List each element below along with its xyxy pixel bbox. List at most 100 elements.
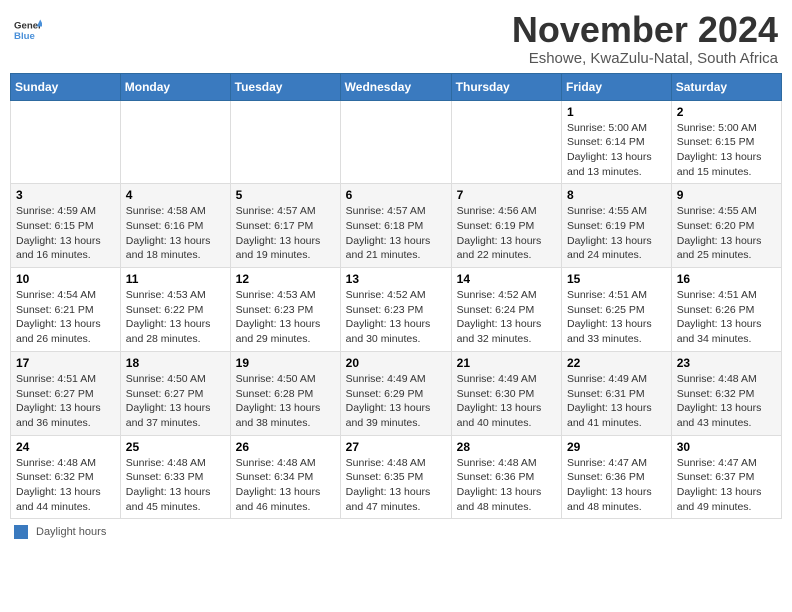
legend-color-box (14, 525, 28, 539)
calendar-cell: 11 Sunrise: 4:53 AM Sunset: 6:22 PM Dayli… (120, 268, 230, 352)
logo-icon: General Blue (14, 16, 42, 44)
calendar-cell: 5 Sunrise: 4:57 AM Sunset: 6:17 PM Daylig… (230, 184, 340, 268)
calendar-cell: 16Sunrise: 4:51 AM Sunset: 6:26 PM Dayli… (671, 268, 781, 352)
day-number: 23 (677, 356, 776, 370)
calendar-cell: 30Sunrise: 4:47 AM Sunset: 6:37 PM Dayli… (671, 435, 781, 519)
day-number: 27 (346, 440, 446, 454)
day-number: 24 (16, 440, 115, 454)
calendar-cell: 15 Sunrise: 4:51 AM Sunset: 6:25 PM Dayli… (562, 268, 672, 352)
calendar-cell: 22Sunrise: 4:49 AM Sunset: 6:31 PM Dayli… (562, 351, 672, 435)
day-info: Sunrise: 4:51 AM Sunset: 6:25 PM Dayligh… (567, 288, 666, 347)
day-info: Sunrise: 4:48 AM Sunset: 6:34 PM Dayligh… (236, 456, 335, 515)
calendar-table: SundayMondayTuesdayWednesdayThursdayFrid… (10, 73, 782, 520)
calendar-cell (451, 100, 561, 184)
calendar-cell (230, 100, 340, 184)
day-number: 13 (346, 272, 446, 286)
calendar-cell: 17 Sunrise: 4:51 AM Sunset: 6:27 PM Dayli… (11, 351, 121, 435)
calendar-cell: 13Sunrise: 4:52 AM Sunset: 6:23 PM Dayli… (340, 268, 451, 352)
day-info: Sunrise: 4:48 AM Sunset: 6:33 PM Dayligh… (126, 456, 225, 515)
calendar-cell (120, 100, 230, 184)
day-number: 30 (677, 440, 776, 454)
calendar-cell: 1Sunrise: 5:00 AM Sunset: 6:14 PM Daylig… (562, 100, 672, 184)
calendar-cell: 28Sunrise: 4:48 AM Sunset: 6:36 PM Dayli… (451, 435, 561, 519)
day-number: 25 (126, 440, 225, 454)
day-info: Sunrise: 5:00 AM Sunset: 6:14 PM Dayligh… (567, 121, 666, 180)
day-info: Sunrise: 4:57 AM Sunset: 6:17 PM Dayligh… (236, 204, 335, 263)
day-info: Sunrise: 4:59 AM Sunset: 6:15 PM Dayligh… (16, 204, 115, 263)
day-number: 29 (567, 440, 666, 454)
calendar-cell: 14 Sunrise: 4:52 AM Sunset: 6:24 PM Dayli… (451, 268, 561, 352)
calendar-header-row: SundayMondayTuesdayWednesdayThursdayFrid… (11, 73, 782, 100)
calendar-cell: 2 Sunrise: 5:00 AM Sunset: 6:15 PM Daylig… (671, 100, 781, 184)
calendar-day-header: Monday (120, 73, 230, 100)
calendar-cell: 3 Sunrise: 4:59 AM Sunset: 6:15 PM Daylig… (11, 184, 121, 268)
day-number: 3 (16, 188, 115, 202)
legend: Daylight hours (10, 525, 782, 539)
calendar-cell: 20Sunrise: 4:49 AM Sunset: 6:29 PM Dayli… (340, 351, 451, 435)
logo: General Blue (14, 16, 42, 44)
calendar-cell: 9 Sunrise: 4:55 AM Sunset: 6:20 PM Daylig… (671, 184, 781, 268)
day-number: 26 (236, 440, 335, 454)
calendar-cell: 25 Sunrise: 4:48 AM Sunset: 6:33 PM Dayli… (120, 435, 230, 519)
day-number: 10 (16, 272, 115, 286)
day-info: Sunrise: 4:53 AM Sunset: 6:22 PM Dayligh… (126, 288, 225, 347)
day-info: Sunrise: 4:52 AM Sunset: 6:24 PM Dayligh… (457, 288, 556, 347)
calendar-day-header: Tuesday (230, 73, 340, 100)
day-info: Sunrise: 4:55 AM Sunset: 6:20 PM Dayligh… (677, 204, 776, 263)
day-number: 9 (677, 188, 776, 202)
calendar-cell: 27Sunrise: 4:48 AM Sunset: 6:35 PM Dayli… (340, 435, 451, 519)
day-info: Sunrise: 4:54 AM Sunset: 6:21 PM Dayligh… (16, 288, 115, 347)
day-info: Sunrise: 4:55 AM Sunset: 6:19 PM Dayligh… (567, 204, 666, 263)
page-header: General Blue November 2024 Eshowe, KwaZu… (10, 10, 782, 67)
day-info: Sunrise: 4:57 AM Sunset: 6:18 PM Dayligh… (346, 204, 446, 263)
day-info: Sunrise: 4:50 AM Sunset: 6:27 PM Dayligh… (126, 372, 225, 431)
day-info: Sunrise: 4:58 AM Sunset: 6:16 PM Dayligh… (126, 204, 225, 263)
day-number: 17 (16, 356, 115, 370)
calendar-day-header: Thursday (451, 73, 561, 100)
calendar-cell: 4 Sunrise: 4:58 AM Sunset: 6:16 PM Daylig… (120, 184, 230, 268)
day-number: 6 (346, 188, 446, 202)
calendar-cell: 18 Sunrise: 4:50 AM Sunset: 6:27 PM Dayli… (120, 351, 230, 435)
day-info: Sunrise: 4:48 AM Sunset: 6:36 PM Dayligh… (457, 456, 556, 515)
calendar-day-header: Saturday (671, 73, 781, 100)
day-number: 14 (457, 272, 556, 286)
day-number: 21 (457, 356, 556, 370)
calendar-cell: 12Sunrise: 4:53 AM Sunset: 6:23 PM Dayli… (230, 268, 340, 352)
day-number: 15 (567, 272, 666, 286)
day-number: 11 (126, 272, 225, 286)
day-info: Sunrise: 4:48 AM Sunset: 6:32 PM Dayligh… (16, 456, 115, 515)
calendar-day-header: Sunday (11, 73, 121, 100)
day-info: Sunrise: 5:00 AM Sunset: 6:15 PM Dayligh… (677, 121, 776, 180)
day-number: 2 (677, 105, 776, 119)
day-info: Sunrise: 4:56 AM Sunset: 6:19 PM Dayligh… (457, 204, 556, 263)
calendar-week-row: 17 Sunrise: 4:51 AM Sunset: 6:27 PM Dayli… (11, 351, 782, 435)
calendar-cell: 26 Sunrise: 4:48 AM Sunset: 6:34 PM Dayli… (230, 435, 340, 519)
day-number: 5 (236, 188, 335, 202)
day-number: 8 (567, 188, 666, 202)
day-info: Sunrise: 4:48 AM Sunset: 6:32 PM Dayligh… (677, 372, 776, 431)
calendar-cell: 10 Sunrise: 4:54 AM Sunset: 6:21 PM Dayli… (11, 268, 121, 352)
calendar-cell: 6 Sunrise: 4:57 AM Sunset: 6:18 PM Daylig… (340, 184, 451, 268)
calendar-cell: 8 Sunrise: 4:55 AM Sunset: 6:19 PM Daylig… (562, 184, 672, 268)
day-number: 18 (126, 356, 225, 370)
day-info: Sunrise: 4:49 AM Sunset: 6:29 PM Dayligh… (346, 372, 446, 431)
calendar-week-row: 24 Sunrise: 4:48 AM Sunset: 6:32 PM Dayli… (11, 435, 782, 519)
day-number: 16 (677, 272, 776, 286)
day-info: Sunrise: 4:49 AM Sunset: 6:30 PM Dayligh… (457, 372, 556, 431)
calendar-cell (11, 100, 121, 184)
calendar-cell: 19Sunrise: 4:50 AM Sunset: 6:28 PM Dayli… (230, 351, 340, 435)
day-number: 22 (567, 356, 666, 370)
svg-text:Blue: Blue (14, 31, 35, 42)
calendar-day-header: Friday (562, 73, 672, 100)
calendar-day-header: Wednesday (340, 73, 451, 100)
title-block: November 2024 Eshowe, KwaZulu-Natal, Sou… (512, 10, 778, 67)
legend-label: Daylight hours (36, 526, 106, 538)
calendar-cell: 29 Sunrise: 4:47 AM Sunset: 6:36 PM Dayli… (562, 435, 672, 519)
calendar-cell: 23 Sunrise: 4:48 AM Sunset: 6:32 PM Dayli… (671, 351, 781, 435)
calendar-cell: 24 Sunrise: 4:48 AM Sunset: 6:32 PM Dayli… (11, 435, 121, 519)
day-info: Sunrise: 4:51 AM Sunset: 6:27 PM Dayligh… (16, 372, 115, 431)
day-number: 12 (236, 272, 335, 286)
day-number: 4 (126, 188, 225, 202)
day-info: Sunrise: 4:47 AM Sunset: 6:36 PM Dayligh… (567, 456, 666, 515)
calendar-week-row: 10 Sunrise: 4:54 AM Sunset: 6:21 PM Dayli… (11, 268, 782, 352)
